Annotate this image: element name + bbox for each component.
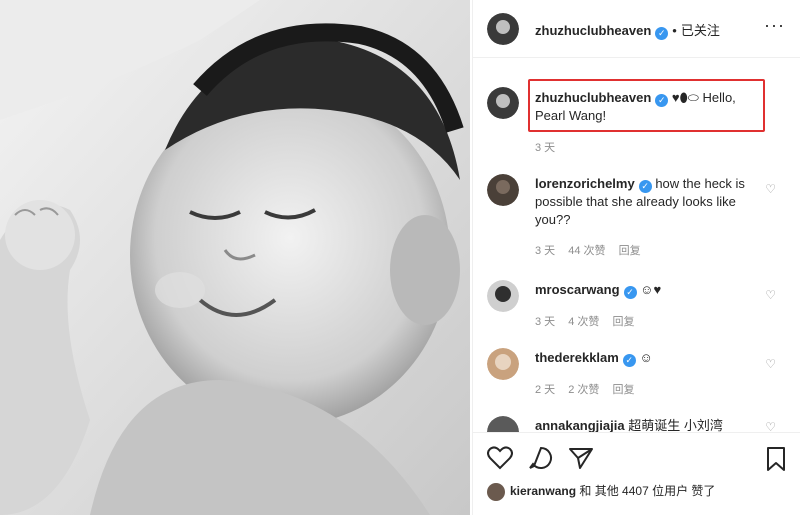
comment-like-heart-icon[interactable]: ♡ [765,288,776,302]
comment-reply-button[interactable]: 回复 [619,245,641,257]
caption-emojis: ♥⬮⬭ [671,90,699,105]
caption-author[interactable]: zhuzhuclubheaven [535,90,651,105]
post-header: zhuzhuclubheaven ✓ • 已关注 ··· [473,0,800,58]
post-photo [0,0,470,515]
comment-body: ☺ [639,350,653,365]
comment-user[interactable]: mroscarwang [535,282,620,297]
comment-body: ☺♥ [640,282,662,297]
liker-name[interactable]: kieranwang [510,484,576,498]
share-icon[interactable] [568,446,594,475]
comment-likes[interactable]: 44 次赞 [568,245,605,257]
comment-like-heart-icon[interactable]: ♡ [765,182,776,196]
caption-time: 3 天 [535,142,556,154]
verified-icon: ✓ [655,94,669,107]
comment-avatar[interactable] [487,174,519,206]
comment-reply-button[interactable]: 回复 [613,384,635,396]
comment-user[interactable]: thederekklam [535,350,619,365]
comment-user[interactable]: lorenzorichelmy [535,176,635,191]
likes-summary: kieranwang 和 其他 4407 位用户 赞了 [487,482,715,501]
comment-avatar[interactable] [487,348,519,380]
comment-likes[interactable]: 4 次赞 [568,316,599,328]
comment-like-heart-icon[interactable]: ♡ [765,420,776,432]
separator-dot: • [672,23,677,38]
comment-time: 3 天 [535,316,556,328]
caption-meta: 3 天 [535,139,565,155]
action-bar [473,432,800,482]
post-author-name[interactable]: zhuzhuclubheaven [535,23,651,38]
bookmark-icon[interactable] [765,446,787,477]
comment-likes[interactable]: 2 次赞 [568,384,599,396]
comment-meta: 3 天 44 次赞 回复 [535,242,651,258]
verified-icon: ✓ [655,27,669,40]
comment-reply-button[interactable]: 回复 [613,316,635,328]
heart-icon[interactable] [487,446,513,475]
comment-icon[interactable] [528,446,554,475]
comment-user[interactable]: annakangjiajia [535,418,625,432]
post-author-line: zhuzhuclubheaven ✓ • 已关注 [535,20,720,40]
verified-icon: ✓ [623,286,637,299]
comment-avatar[interactable] [487,280,519,312]
verified-icon: ✓ [622,354,636,367]
comment-avatar[interactable] [487,416,519,432]
liker-avatar[interactable] [487,482,505,501]
comment-time: 3 天 [535,245,556,257]
comment-item: thederekklam ✓ ☺ [535,349,760,367]
comment-time: 2 天 [535,384,556,396]
comment-item: lorenzorichelmy ✓ how the heck is possibl… [535,175,760,229]
more-options-icon[interactable]: ··· [764,15,785,36]
verified-icon: ✓ [638,180,652,193]
comment-meta: 2 天 2 次赞 回复 [535,381,645,397]
caption: zhuzhuclubheaven ✓ ♥⬮⬭ Hello, Pearl Wang! [535,89,763,125]
author-avatar[interactable] [487,13,519,45]
comment-item: mroscarwang ✓ ☺♥ [535,281,760,299]
likes-count-text[interactable]: 和 其他 4407 位用户 赞了 [579,484,715,498]
comment-meta: 3 天 4 次赞 回复 [535,313,645,329]
comment-item: annakangjiajia 超萌诞生 小刘湾 [535,417,760,432]
comment-like-heart-icon[interactable]: ♡ [765,357,776,371]
caption-avatar[interactable] [487,87,519,119]
follow-status-button[interactable]: 已关注 [681,23,720,38]
post-panel: zhuzhuclubheaven ✓ • 已关注 ··· zhuzhuclubheav… [472,0,800,515]
comment-body: 超萌诞生 小刘湾 [628,418,723,432]
